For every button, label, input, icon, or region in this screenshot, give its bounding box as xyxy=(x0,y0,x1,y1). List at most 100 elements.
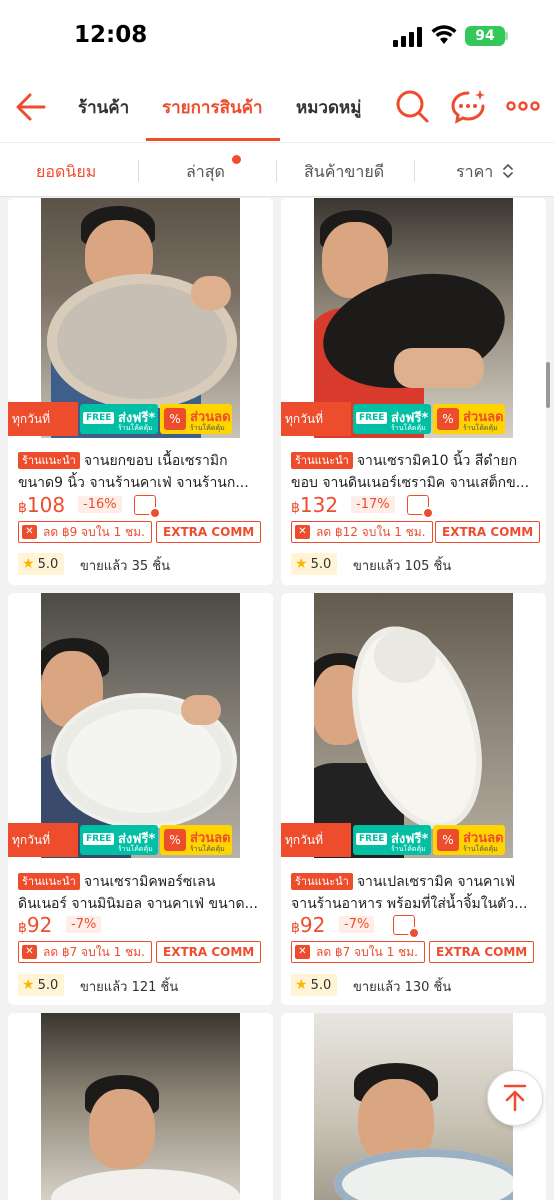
product-card[interactable]: ทุกวันที่ 15 FREE ส่งฟรี* ร้านโค้ดคุ้ม %… xyxy=(8,198,273,585)
free-shipping-tag: FREE ส่งฟรี* ร้านโค้ดคุ้ม xyxy=(353,404,431,434)
product-image[interactable]: ทุกวันที่ 15 FREE ส่งฟรี* ร้านโค้ดคุ้ม %… xyxy=(8,593,273,886)
discount-badge: -7% xyxy=(339,916,375,933)
banner-day: ทุกวันที่ 15 xyxy=(281,823,351,886)
promo-banner: ทุกวันที่ 15 FREE ส่งฟรี* ร้านโค้ดคุ้ม %… xyxy=(281,402,546,465)
extra-comm-tag: EXTRA COMM xyxy=(156,941,262,963)
star-icon: ★ xyxy=(22,556,35,572)
product-price: ฿92 xyxy=(18,913,53,937)
free-shipping-tag: FREE ส่งฟรี* ร้านโค้ดคุ้ม xyxy=(353,825,431,855)
product-price: ฿108 xyxy=(18,493,66,517)
product-card[interactable]: ทุกวันที่ 15 FREE ส่งฟรี* ร้านโค้ดคุ้ม %… xyxy=(281,198,546,585)
rating-badge: ★ 5.0 xyxy=(291,974,338,996)
installment-icon xyxy=(393,915,420,939)
extra-comm-tag: EXTRA COMM xyxy=(156,521,262,543)
free-shipping-tag: FREE ส่งฟรี* ร้านโค้ดคุ้ม xyxy=(80,825,158,855)
sort-latest[interactable]: ล่าสุด xyxy=(186,160,225,185)
product-title[interactable]: ร้านแนะนำ จานยกขอบ เนื้อเซรามิก ขนาด9 นิ้… xyxy=(18,450,266,494)
product-title[interactable]: ร้านแนะนำ จานเซรามิค10 นิ้ว สีดำยกขอบ จาน… xyxy=(291,450,539,494)
discount-badge: -16% xyxy=(78,496,122,513)
back-arrow-icon[interactable] xyxy=(14,90,48,124)
promo-banner: ทุกวันที่ 15 FREE ส่งฟรี* ร้านโค้ดคุ้ม %… xyxy=(281,823,546,886)
rating-badge: ★ 5.0 xyxy=(291,553,338,575)
top-nav-bar: ร้านค้า รายการสินค้า หมวดหมู่ xyxy=(0,72,554,142)
discount-tag: % ส่วนลด ร้านโค้ดคุ้ม xyxy=(160,825,232,855)
product-photo xyxy=(41,593,240,858)
sold-count: ขายแล้ว 105 ชิ้น xyxy=(353,559,452,574)
voucher-tag: ✕ ลด ฿12 จบใน 1 ชม. xyxy=(291,521,433,543)
product-card[interactable] xyxy=(8,1013,273,1200)
scrollbar-thumb[interactable] xyxy=(546,362,550,408)
extra-comm-tag: EXTRA COMM xyxy=(435,521,541,543)
rating-row: ★ 5.0 ขายแล้ว 130 ชิ้น xyxy=(291,974,541,998)
banner-day: ทุกวันที่ 15 xyxy=(8,402,78,465)
percent-icon: % xyxy=(164,829,186,851)
promo-row: ✕ ลด ฿7 จบใน 1 ชม. EXTRA COMM xyxy=(18,941,268,965)
recommended-badge: ร้านแนะนำ xyxy=(291,873,353,890)
active-tab-underline xyxy=(146,138,280,141)
product-card[interactable]: ทุกวันที่ 15 FREE ส่งฟรี* ร้านโค้ดคุ้ม %… xyxy=(281,593,546,1005)
sort-price[interactable]: ราคา xyxy=(456,160,514,185)
sort-divider xyxy=(414,160,415,182)
promo-banner: ทุกวันที่ 15 FREE ส่งฟรี* ร้านโค้ดคุ้ม %… xyxy=(8,823,273,886)
percent-icon: % xyxy=(437,829,459,851)
status-time: 12:08 xyxy=(74,22,148,48)
installment-icon xyxy=(134,495,161,519)
discount-badge: -17% xyxy=(351,496,395,513)
rating-row: ★ 5.0 ขายแล้ว 35 ชิ้น xyxy=(18,553,268,577)
price-row: ฿92 -7% xyxy=(18,913,268,939)
chat-icon[interactable] xyxy=(450,88,486,124)
price-row: ฿108 -16% xyxy=(18,493,268,519)
extra-comm-tag: EXTRA COMM xyxy=(429,941,535,963)
battery-indicator: 94 xyxy=(465,26,505,46)
price-row: ฿132 -17% xyxy=(291,493,541,519)
sort-best-selling[interactable]: สินค้าขายดี xyxy=(304,160,384,185)
arrow-up-icon xyxy=(503,1084,527,1112)
product-image[interactable]: ทุกวันที่ 15 FREE ส่งฟรี* ร้านโค้ดคุ้ม %… xyxy=(281,593,546,886)
search-icon[interactable] xyxy=(394,88,430,124)
scroll-to-top-button[interactable] xyxy=(487,1070,543,1126)
promo-row: ✕ ลด ฿12 จบใน 1 ชม. EXTRA COMM xyxy=(291,521,541,545)
discount-tag: % ส่วนลด ร้านโค้ดคุ้ม xyxy=(433,404,505,434)
more-icon[interactable] xyxy=(506,88,542,124)
discount-tag: % ส่วนลด ร้านโค้ดคุ้ม xyxy=(160,404,232,434)
product-photo xyxy=(41,1013,240,1200)
product-image[interactable]: ทุกวันที่ 15 FREE ส่งฟรี* ร้านโค้ดคุ้ม %… xyxy=(8,198,273,465)
recommended-badge: ร้านแนะนำ xyxy=(18,452,80,469)
percent-icon: % xyxy=(437,408,459,430)
discount-tag: % ส่วนลด ร้านโค้ดคุ้ม xyxy=(433,825,505,855)
tab-products[interactable]: รายการสินค้า xyxy=(162,94,263,121)
sort-updown-icon xyxy=(503,163,514,179)
product-card[interactable]: ทุกวันที่ 15 FREE ส่งฟรี* ร้านโค้ดคุ้ม %… xyxy=(8,593,273,1005)
rating-row: ★ 5.0 ขายแล้ว 105 ชิ้น xyxy=(291,553,541,577)
voucher-tag: ✕ ลด ฿9 จบใน 1 ชม. xyxy=(18,521,152,543)
recommended-badge: ร้านแนะนำ xyxy=(291,452,353,469)
discount-badge: -7% xyxy=(66,916,102,933)
price-row: ฿92 -7% xyxy=(291,913,541,939)
recommended-badge: ร้านแนะนำ xyxy=(18,873,80,890)
banner-day: ทุกวันที่ 15 xyxy=(281,402,351,465)
tab-categories[interactable]: หมวดหมู่ xyxy=(296,94,361,121)
tab-shop[interactable]: ร้านค้า xyxy=(78,94,129,121)
free-shipping-tag: FREE ส่งฟรี* ร้านโค้ดคุ้ม xyxy=(80,404,158,434)
sold-count: ขายแล้ว 130 ชิ้น xyxy=(353,980,452,995)
voucher-icon: ✕ xyxy=(22,525,37,539)
sort-popular[interactable]: ยอดนิยม xyxy=(36,160,96,185)
product-photo xyxy=(314,1013,513,1200)
percent-icon: % xyxy=(164,408,186,430)
voucher-tag: ✕ ลด ฿7 จบใน 1 ชม. xyxy=(291,941,425,963)
wifi-icon xyxy=(431,25,457,44)
sold-count: ขายแล้ว 121 ชิ้น xyxy=(80,980,179,995)
voucher-tag: ✕ ลด ฿7 จบใน 1 ชม. xyxy=(18,941,152,963)
voucher-icon: ✕ xyxy=(295,945,310,959)
product-image[interactable]: ทุกวันที่ 15 FREE ส่งฟรี* ร้านโค้ดคุ้ม %… xyxy=(281,198,546,465)
product-photo xyxy=(314,593,513,858)
status-bar: 12:08 94 xyxy=(0,0,554,72)
rating-badge: ★ 5.0 xyxy=(18,974,65,996)
product-price: ฿92 xyxy=(291,913,326,937)
installment-icon xyxy=(407,495,434,519)
sort-price-label: ราคา xyxy=(456,162,494,181)
product-title[interactable]: ร้านแนะนำ จานเซรามิคพอร์ซเลน ดินเนอร์ จาน… xyxy=(18,871,266,915)
promo-row: ✕ ลด ฿9 จบใน 1 ชม. EXTRA COMM xyxy=(18,521,268,545)
sort-divider xyxy=(138,160,139,182)
product-title[interactable]: ร้านแนะนำ จานเปลเซรามิค จานคาเฟ่ จานร้านอ… xyxy=(291,871,539,915)
